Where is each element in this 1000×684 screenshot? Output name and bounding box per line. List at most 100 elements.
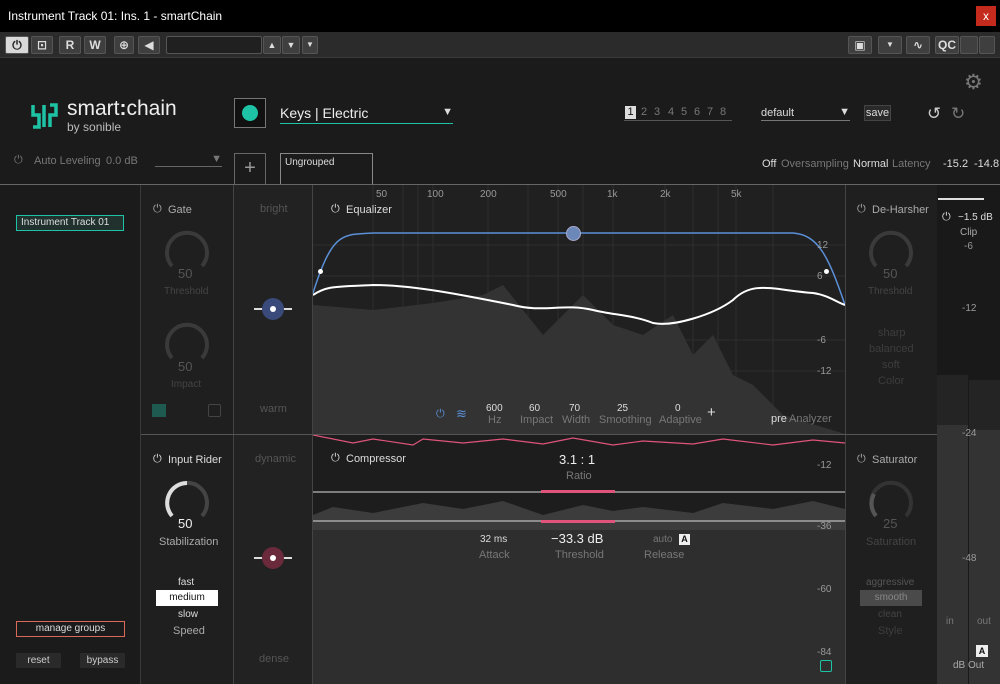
oversampling-value[interactable]: Off xyxy=(762,158,776,170)
comp-attack-value[interactable]: 32 ms xyxy=(480,534,507,545)
latency-mode[interactable]: Normal xyxy=(853,158,888,170)
rider-speed-option[interactable]: medium xyxy=(156,590,218,606)
arrow-up-icon[interactable]: ▲ xyxy=(263,36,281,54)
eq-band-power-icon[interactable]: ⏻ xyxy=(436,408,445,421)
slot-2[interactable]: 2 xyxy=(641,106,647,118)
arrow-down-icon[interactable]: ▼ xyxy=(282,36,300,54)
eq-param-value[interactable]: 70 xyxy=(569,403,580,414)
eq-param-value[interactable]: 60 xyxy=(529,403,540,414)
deharsher-power-icon[interactable]: ⏻ xyxy=(857,203,866,216)
comp-release-value[interactable]: auto xyxy=(653,534,672,545)
undo-icon[interactable]: ↺ xyxy=(927,104,941,124)
auto-leveling-dropdown[interactable]: ▼ xyxy=(155,153,222,167)
saturator-style[interactable]: aggressive xyxy=(866,577,914,588)
group-tab-ungrouped[interactable]: Ungrouped xyxy=(280,153,373,185)
auto-leveling-power-icon[interactable]: ⏻ xyxy=(14,154,23,167)
slot-7[interactable]: 7 xyxy=(707,106,713,118)
comp-attack-unit: ms xyxy=(493,534,508,545)
gate-link-icon[interactable] xyxy=(152,404,166,417)
host-dropdown-icon[interactable]: ▼ xyxy=(878,36,902,54)
eq-bands-icon[interactable]: ≋ xyxy=(456,406,467,422)
comp-threshold-value[interactable]: −33.3 dB xyxy=(551,531,603,546)
comp-attack-label: Attack xyxy=(479,549,510,561)
profile-button[interactable] xyxy=(234,98,266,128)
output-auto-badge[interactable]: A xyxy=(976,645,988,657)
preset-selector[interactable]: default ▼ xyxy=(761,105,850,121)
deharsher-label: Threshold xyxy=(868,286,913,297)
saturator-value: 25 xyxy=(883,516,898,531)
output-tick: -6 xyxy=(964,241,973,252)
slot-5[interactable]: 5 xyxy=(681,106,687,118)
gate-impact-value: 50 xyxy=(178,359,193,374)
read-button[interactable]: R xyxy=(59,36,81,54)
eq-db-tick: 12 xyxy=(817,240,829,251)
write-button[interactable]: W xyxy=(84,36,106,54)
eq-add-band-button[interactable]: + xyxy=(707,404,716,421)
add-group-button[interactable]: + xyxy=(234,153,266,185)
arrow-left-icon[interactable]: ◀ xyxy=(138,36,160,54)
output-gain-value[interactable]: −1.5 dB xyxy=(958,212,993,223)
comp-sync-icon[interactable] xyxy=(820,660,832,672)
bypass-button[interactable]: bypass xyxy=(80,653,125,668)
save-button[interactable]: save xyxy=(864,105,891,121)
camera-icon[interactable]: ▣ xyxy=(848,36,872,54)
deharsher-mode[interactable]: sharp xyxy=(878,327,906,339)
quick-controls-button[interactable]: QC xyxy=(935,36,959,54)
saturator-style[interactable]: smooth xyxy=(860,590,922,606)
eq-param-value[interactable]: 600 xyxy=(486,403,503,414)
comp-power-icon[interactable]: ⏻ xyxy=(331,452,340,465)
dyn-slider-handle[interactable] xyxy=(262,547,284,569)
manage-groups-button[interactable]: manage groups xyxy=(16,621,125,637)
comp-release-auto-badge[interactable]: A xyxy=(679,534,690,545)
gear-icon[interactable]: ⚙ xyxy=(964,70,983,95)
tone-slider-handle[interactable] xyxy=(262,298,284,320)
slot-3[interactable]: 3 xyxy=(654,106,660,118)
saturator-style[interactable]: clean xyxy=(878,609,902,620)
window-titlebar: Instrument Track 01: Ins. 1 - smartChain… xyxy=(0,0,1000,32)
comp-db-tick: -36 xyxy=(817,521,832,532)
rider-power-icon[interactable]: ⏻ xyxy=(153,453,162,466)
gate-power-icon[interactable]: ⏻ xyxy=(153,203,162,216)
eq-power-icon[interactable]: ⏻ xyxy=(331,203,340,216)
deharsher-mode[interactable]: balanced xyxy=(869,343,914,355)
waveform-icon[interactable]: ∿ xyxy=(906,36,930,54)
power-icon[interactable]: ⏻ xyxy=(5,36,29,54)
eq-band-handle[interactable] xyxy=(566,226,581,241)
close-button[interactable]: x xyxy=(976,6,996,26)
deharsher-mode[interactable]: soft xyxy=(882,359,900,371)
rider-value: 50 xyxy=(178,516,193,531)
track-item[interactable]: Instrument Track 01 xyxy=(16,215,124,231)
reset-button[interactable]: reset xyxy=(16,653,61,668)
auto-leveling-value[interactable]: 0.0 dB xyxy=(106,155,138,167)
dyn-top-label: dynamic xyxy=(255,453,296,465)
slot-1[interactable]: 1 xyxy=(625,106,636,119)
clip-power-icon[interactable]: ⏻ xyxy=(942,211,951,224)
slot-4[interactable]: 4 xyxy=(668,106,674,118)
rider-speed-option[interactable]: slow xyxy=(178,609,198,620)
ratio-handle[interactable] xyxy=(541,490,615,493)
eq-lowcut-handle[interactable] xyxy=(318,269,323,274)
analyzer-mode[interactable]: pre xyxy=(771,413,787,425)
comp-ratio-value[interactable]: 3.1 : 1 xyxy=(559,452,595,467)
slot-8[interactable]: 8 xyxy=(720,106,726,118)
profile-selector[interactable]: Keys | Electric ▼ xyxy=(280,104,453,124)
eq-highcut-handle[interactable] xyxy=(824,269,829,274)
eq-display[interactable] xyxy=(313,185,845,434)
redo-icon[interactable]: ↻ xyxy=(951,104,965,124)
rider-speed-option[interactable]: fast xyxy=(178,577,194,588)
slot-6[interactable]: 6 xyxy=(694,106,700,118)
gate-sync-icon[interactable] xyxy=(208,404,221,417)
eq-db-tick: -12 xyxy=(817,366,832,377)
sidechain-icon[interactable]: ⊕ xyxy=(114,36,134,54)
preset-field[interactable] xyxy=(166,36,262,54)
eq-param-value[interactable]: 25 xyxy=(617,403,628,414)
preset-dropdown-icon[interactable]: ▼ xyxy=(302,36,318,54)
meter-in-label: in xyxy=(946,616,954,627)
threshold-handle[interactable] xyxy=(541,520,615,523)
lock-icon[interactable] xyxy=(960,36,978,54)
eq-param-label: Width xyxy=(562,414,591,426)
eq-param-value[interactable]: 0 xyxy=(675,403,681,414)
bypass-box-icon[interactable]: ⊡ xyxy=(31,36,53,54)
host-square-icon[interactable] xyxy=(979,36,995,54)
saturator-power-icon[interactable]: ⏻ xyxy=(857,453,866,466)
